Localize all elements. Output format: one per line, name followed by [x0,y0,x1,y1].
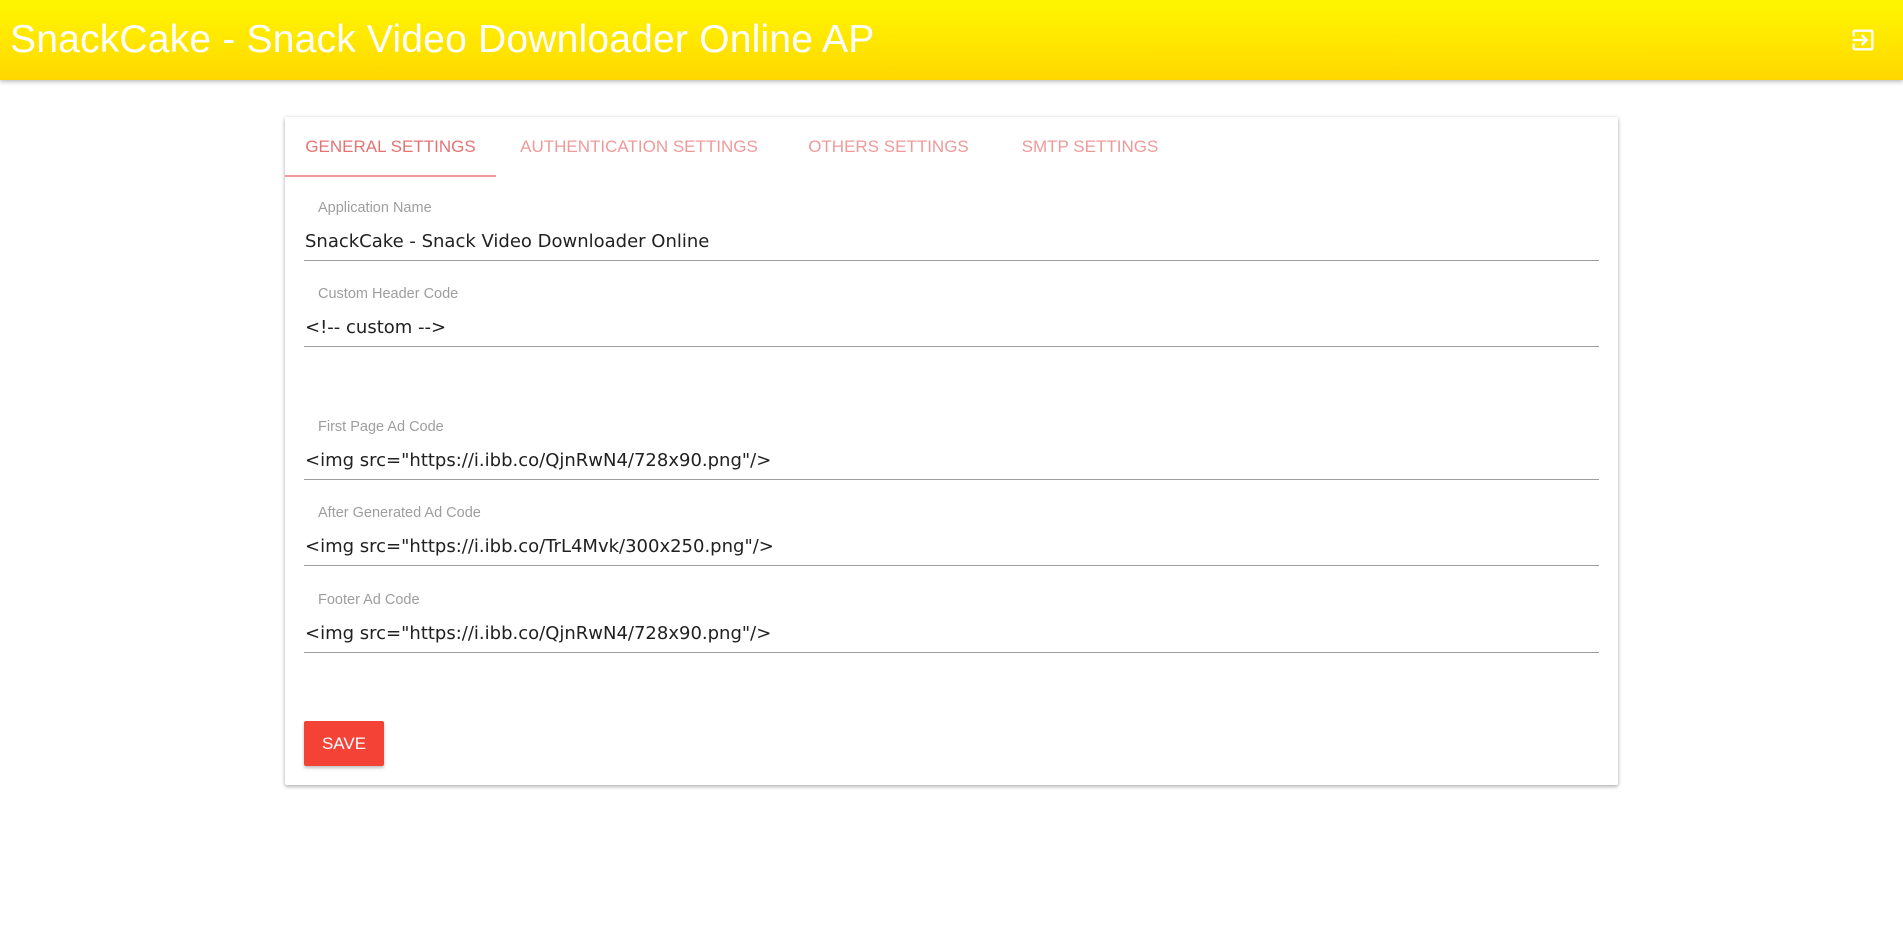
active-tab-indicator [285,175,496,177]
tab-others-settings[interactable]: OTHERS SETTINGS [782,117,995,177]
application-name-label: Application Name [318,200,432,216]
logout-icon[interactable] [1849,26,1877,54]
tab-general-settings[interactable]: GENERAL SETTINGS [285,117,496,177]
footer-ad-code-input[interactable] [304,615,1599,653]
settings-card: GENERAL SETTINGS AUTHENTICATION SETTINGS… [285,117,1618,785]
save-button[interactable]: SAVE [304,721,384,766]
first-page-ad-code-input[interactable] [304,442,1599,480]
first-page-ad-code-label: First Page Ad Code [318,419,444,435]
footer-ad-code-label: Footer Ad Code [318,592,420,608]
app-header: SnackCake - Snack Video Downloader Onlin… [0,0,1903,80]
custom-header-code-label: Custom Header Code [318,286,459,302]
after-generated-ad-code-input[interactable] [304,528,1599,566]
after-generated-ad-code-label: After Generated Ad Code [318,505,481,521]
settings-tabs: GENERAL SETTINGS AUTHENTICATION SETTINGS… [285,117,1618,177]
app-title: SnackCake - Snack Video Downloader Onlin… [10,18,875,61]
custom-header-code-input[interactable] [304,309,1599,347]
tab-authentication-settings[interactable]: AUTHENTICATION SETTINGS [496,117,782,177]
tab-smtp-settings[interactable]: SMTP SETTINGS [995,117,1185,177]
application-name-input[interactable] [304,223,1599,261]
